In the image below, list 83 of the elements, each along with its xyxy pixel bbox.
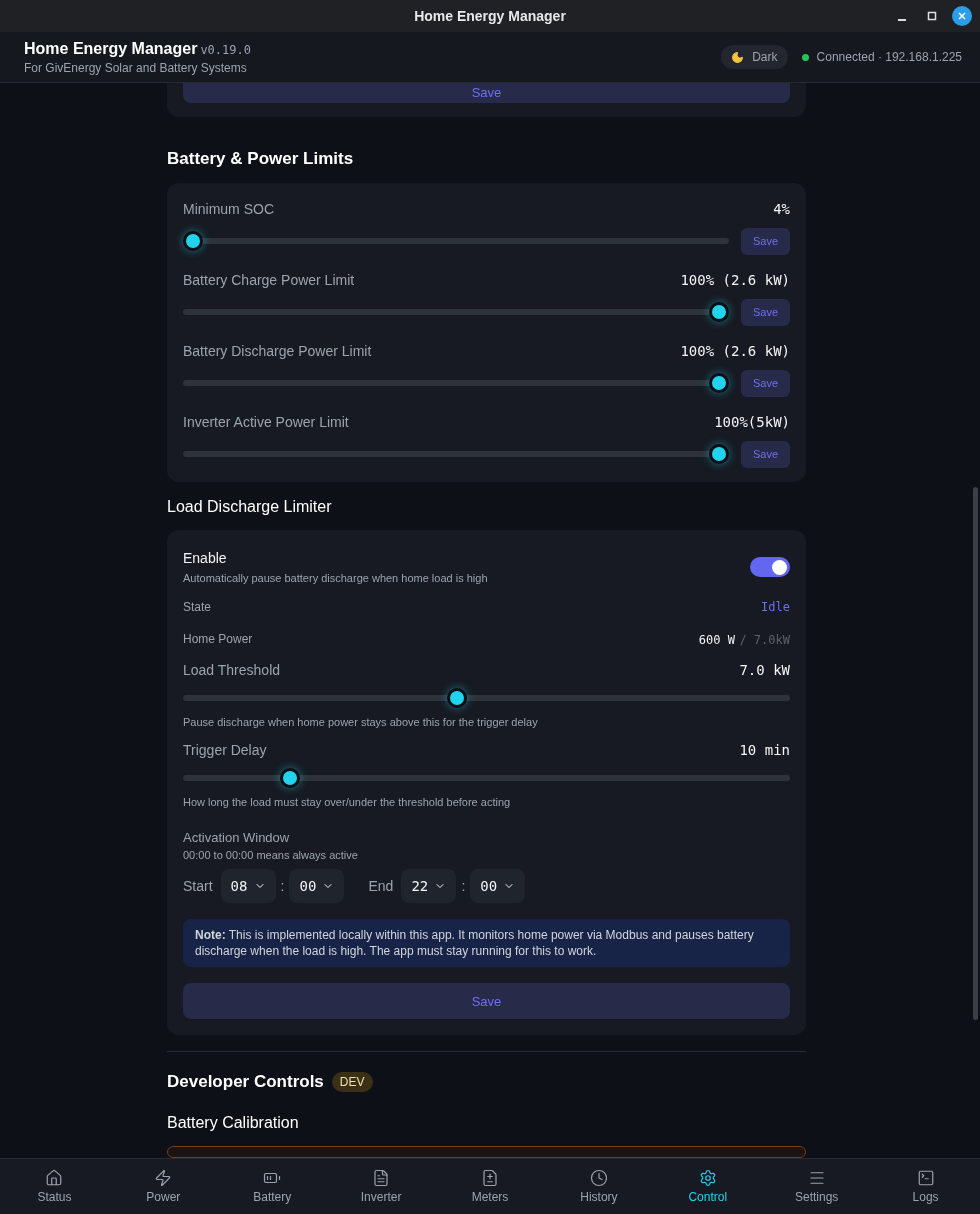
- slider-label: Trigger Delay: [183, 742, 267, 758]
- slider-value: 4%: [773, 201, 790, 217]
- save-button[interactable]: Save: [741, 227, 790, 255]
- subsection-title: Battery Calibration: [167, 1114, 300, 1132]
- menu-icon: [807, 1169, 826, 1187]
- activation-window-title: Activation Window: [183, 830, 291, 845]
- minimize-icon: [898, 19, 906, 21]
- time-label: End: [368, 878, 394, 894]
- close-icon: [957, 11, 967, 21]
- enable-label: Enable: [183, 550, 228, 566]
- state-value: Idle: [761, 600, 790, 614]
- nav-tab[interactable]: Logs: [871, 1159, 980, 1214]
- document-icon: [372, 1169, 391, 1187]
- nav-tab[interactable]: Status: [0, 1159, 109, 1214]
- slider[interactable]: [183, 444, 729, 464]
- slider-hint: How long the load must stay over/under the threshold before acting: [183, 796, 512, 808]
- slider-thumb[interactable]: [709, 302, 729, 322]
- window-title: Home Energy Manager: [414, 8, 566, 24]
- slider-value: 100%(5kW): [714, 414, 790, 430]
- home-power-label: Home Power: [183, 632, 253, 646]
- nav-tab[interactable]: Control: [653, 1159, 763, 1214]
- dev-badge: DEV: [331, 1072, 373, 1092]
- minute-select[interactable]: 00: [289, 869, 345, 903]
- nav-tab[interactable]: Battery: [217, 1159, 327, 1214]
- slider[interactable]: [183, 688, 790, 708]
- minute-select[interactable]: 00: [470, 869, 526, 903]
- slider-label: Battery Discharge Power Limit: [183, 343, 372, 359]
- slider-label: Inverter Active Power Limit: [183, 414, 349, 430]
- app-subtitle: For GivEnergy Solar and Battery Systems: [24, 60, 248, 75]
- theme-toggle[interactable]: Dark: [721, 45, 788, 69]
- close-button[interactable]: [952, 6, 972, 26]
- slider-value: 100% (2.6 kW): [680, 343, 790, 359]
- slider-label: Minimum SOC: [183, 201, 274, 217]
- section-title: Developer Controls: [167, 1072, 324, 1092]
- home-power-limit: / 7.0kW: [739, 633, 790, 647]
- enable-toggle[interactable]: [750, 557, 790, 577]
- time-separator: :: [280, 878, 285, 894]
- slider-hint: Pause discharge when home power stays above this for the trigger delay: [183, 716, 539, 728]
- hour-select[interactable]: 08: [220, 869, 276, 903]
- enable-description: Automatically pause battery discharge when home load is high: [183, 572, 488, 584]
- lightning-icon: [154, 1169, 173, 1187]
- slider-label: Load Threshold: [183, 662, 281, 678]
- slider-thumb[interactable]: [183, 231, 203, 251]
- activation-window-hint: 00:00 to 00:00 means always active: [183, 849, 359, 861]
- slider-thumb[interactable]: [447, 688, 468, 708]
- save-button[interactable]: Save: [741, 298, 790, 326]
- state-label: State: [183, 600, 212, 614]
- connection-status: Connected · 192.168.1.225: [816, 50, 962, 64]
- terminal-icon: [916, 1169, 935, 1187]
- slider[interactable]: [183, 373, 729, 393]
- slider-value: 7.0 kW: [739, 662, 790, 678]
- moon-icon: [731, 50, 745, 64]
- section-title: Load Discharge Limiter: [167, 498, 333, 516]
- time-separator: :: [461, 878, 466, 894]
- home-power-value: 600 W: [698, 633, 735, 647]
- nav-tab[interactable]: Inverter: [326, 1159, 436, 1214]
- document-icon: [481, 1169, 499, 1187]
- slider-thumb[interactable]: [709, 373, 729, 393]
- slider-value: 10 min: [739, 742, 790, 758]
- save-button[interactable]: Save: [741, 440, 790, 468]
- slider[interactable]: [183, 768, 790, 788]
- scrollbar[interactable]: [973, 487, 978, 1020]
- version-label: v0.19.0: [200, 42, 251, 57]
- time-label: Start: [183, 878, 213, 894]
- slider[interactable]: [183, 231, 729, 251]
- slider-thumb[interactable]: [709, 444, 729, 464]
- slider-value: 100% (2.6 kW): [680, 272, 790, 288]
- settings-icon: [698, 1169, 717, 1187]
- nav-tab[interactable]: Meters: [435, 1159, 545, 1214]
- save-button[interactable]: Save: [741, 369, 790, 397]
- section-title: Battery & Power Limits: [167, 149, 355, 169]
- nav-tab[interactable]: Power: [108, 1159, 218, 1214]
- nav-tab[interactable]: Settings: [762, 1159, 872, 1214]
- home-icon: [45, 1169, 64, 1187]
- slider[interactable]: [183, 302, 729, 322]
- hour-select[interactable]: 22: [401, 869, 457, 903]
- maximize-icon: [927, 11, 937, 21]
- slider-thumb[interactable]: [279, 768, 300, 788]
- app-title: Home Energy Manager: [24, 39, 198, 58]
- nav-tab[interactable]: History: [544, 1159, 654, 1214]
- slider-label: Battery Charge Power Limit: [183, 272, 355, 288]
- clock-icon: [589, 1169, 608, 1187]
- info-note: Note: This is implemented locally within this app. It monitors home power via Modbus and pauses battery discharge when the load is high. The app must stay running for this to work.: [183, 919, 790, 967]
